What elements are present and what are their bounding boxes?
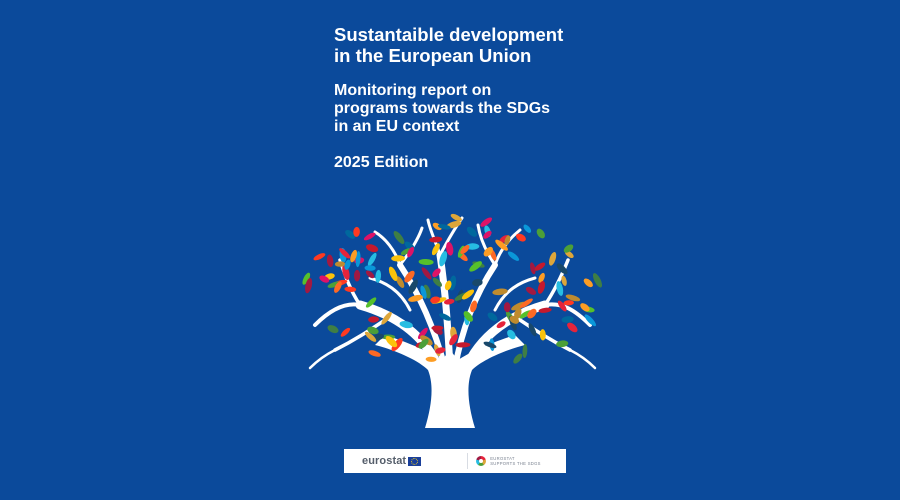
leaf <box>537 281 546 294</box>
leaf <box>368 350 381 357</box>
leaf <box>583 278 593 288</box>
leaf <box>507 251 520 261</box>
title-block: Sustantaible development in the European… <box>334 24 654 172</box>
eurostat-logo: eurostat <box>362 455 422 467</box>
report-cover: Sustantaible development in the European… <box>0 0 900 500</box>
title-line: in the European Union <box>334 45 532 66</box>
leaf <box>363 232 376 241</box>
sdg-logo-line: SUPPORTS THE SDGs <box>490 461 541 466</box>
leaf <box>344 286 357 293</box>
leaf <box>539 329 546 341</box>
leaf <box>364 265 376 271</box>
leaf <box>429 236 443 243</box>
logo-bar: eurostat EUROSTAT SUPPORTS THE SDGs <box>344 449 566 473</box>
leaf <box>466 226 477 237</box>
leaf <box>368 316 380 323</box>
leaf <box>522 344 528 358</box>
leaf <box>513 353 523 364</box>
leaf <box>340 327 351 337</box>
leaf <box>421 267 432 280</box>
leaf <box>523 224 532 233</box>
leaf <box>418 258 434 266</box>
leaf <box>326 254 334 268</box>
leaf <box>549 251 557 266</box>
tree-branches <box>308 216 597 375</box>
title-line: Sustantaible development <box>334 24 564 45</box>
sdg-logo: EUROSTAT SUPPORTS THE SDGs <box>476 456 541 466</box>
eu-flag-icon <box>408 456 422 466</box>
leaf <box>536 228 545 239</box>
subtitle-line: Monitoring report on <box>334 82 492 99</box>
report-subtitle: Monitoring report on programs towards th… <box>334 82 654 136</box>
edition-label: 2025 Edition <box>334 154 429 171</box>
sdg-wheel-icon <box>476 456 487 466</box>
leaf <box>393 231 405 244</box>
leaf <box>561 316 574 323</box>
leaf <box>327 325 339 334</box>
subtitle-line: programs towards the SDGs <box>334 100 551 117</box>
leaf <box>487 312 498 322</box>
leaf <box>366 244 379 253</box>
leaf <box>592 273 603 288</box>
sdg-tree-illustration <box>302 213 603 428</box>
logo-divider <box>467 453 469 469</box>
sdg-logo-text: EUROSTAT SUPPORTS THE SDGs <box>490 456 541 466</box>
leaf <box>525 286 537 295</box>
leaf <box>353 269 361 282</box>
subtitle-line: in an EU context <box>334 118 460 135</box>
report-title: Sustantaible development in the European… <box>334 24 654 66</box>
leaf <box>503 302 511 313</box>
leaf <box>313 253 326 261</box>
eurostat-wordmark: eurostat <box>362 455 407 467</box>
leaf <box>367 252 377 266</box>
